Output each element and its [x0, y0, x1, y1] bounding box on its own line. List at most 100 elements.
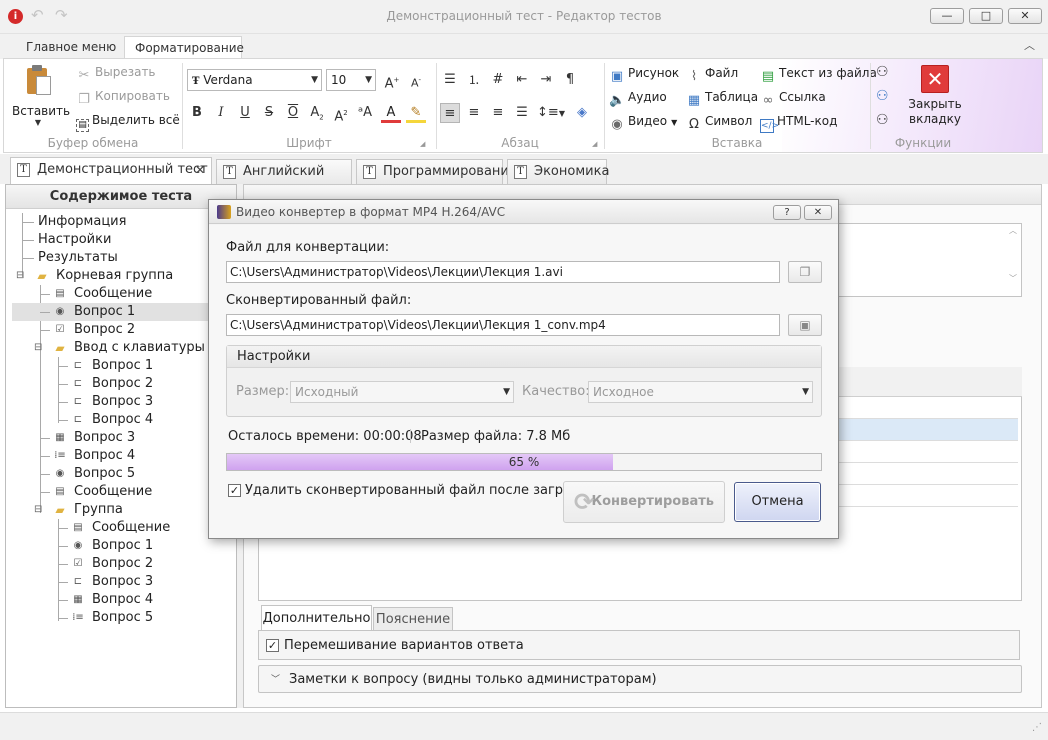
tree-node-question-4[interactable]: ⁞≡ Вопрос 4 — [6, 447, 236, 465]
decrease-indent-icon[interactable]: ⇤ — [512, 70, 532, 90]
insert-text-from-file-button[interactable]: ▤ Текст из файла — [760, 66, 877, 85]
align-right-icon[interactable]: ≡ — [488, 103, 508, 123]
tree-node-group-question-4[interactable]: ▦ Вопрос 4 — [6, 591, 236, 609]
select-all-button[interactable]: ▤ Выделить всё — [76, 113, 180, 132]
increase-indent-icon[interactable]: ⇥ — [536, 70, 556, 90]
shuffle-checkbox[interactable]: ✓ — [266, 639, 279, 652]
quality-select[interactable]: Исходное ▼ — [588, 381, 813, 403]
superscript-icon[interactable]: A2 — [331, 103, 351, 124]
tree-node-kb-question-3[interactable]: ⊏ Вопрос 3 — [6, 393, 236, 411]
font-color-icon[interactable]: A — [381, 103, 401, 123]
tree-node-message-2[interactable]: ▤ Сообщение — [6, 483, 236, 501]
notes-expander[interactable]: ﹀ Заметки к вопросу (видны только админи… — [258, 665, 1022, 693]
tree-node-results[interactable]: Результаты — [6, 249, 236, 267]
close-tab-button[interactable]: ✕ Закрыть вкладку — [902, 65, 968, 127]
doc-tab-demo[interactable]: T Демонстрационный тест ✕ — [10, 157, 212, 184]
insert-video-button[interactable]: ◉ Видео ▼ — [609, 114, 677, 133]
binoculars-icon[interactable]: ⚇ — [876, 65, 889, 79]
spellcheck-icon[interactable]: ⚇ — [876, 113, 889, 127]
font-type-icon: Ŧ — [192, 76, 200, 87]
size-select[interactable]: Исходный ▼ — [290, 381, 514, 403]
tree-node-label: Вопрос 3 — [74, 430, 136, 445]
hash-icon[interactable]: # — [488, 70, 508, 90]
tree-node-question-1-selected[interactable]: ◉ Вопрос 1 — [12, 303, 234, 321]
tree-node-group-question-5[interactable]: ⁞≡ Вопрос 5 — [6, 609, 236, 627]
convert-button[interactable]: ⟳ Конвертировать — [563, 481, 725, 523]
help-button[interactable]: ? — [773, 205, 801, 220]
delete-converted-checkbox[interactable]: ✓ — [228, 484, 241, 497]
doc-tab-programming[interactable]: T Программирование — [356, 159, 517, 184]
collapse-ribbon-icon[interactable]: ︿ — [1024, 40, 1035, 51]
tree-node-group[interactable]: ⊟ ▰ Группа — [6, 501, 236, 519]
tab-explanation[interactable]: Пояснение — [373, 607, 453, 631]
insert-picture-button[interactable]: ▣ Рисунок — [609, 66, 679, 85]
select-all-icon: ▤ — [76, 119, 89, 132]
close-window-button[interactable]: ✕ — [1008, 8, 1042, 24]
font-family-select[interactable]: Ŧ Verdana ▼ — [187, 69, 322, 91]
tree-node-message[interactable]: ▤ Сообщение — [6, 285, 236, 303]
strikethrough-icon[interactable]: S — [259, 103, 279, 123]
tab-additional[interactable]: Дополнительно — [261, 605, 372, 631]
tree-node-question-3[interactable]: ▦ Вопрос 3 — [6, 429, 236, 447]
tree-node-question-5[interactable]: ◉ Вопрос 5 — [6, 465, 236, 483]
bold-icon[interactable]: B — [187, 103, 207, 123]
font-dialog-launcher-icon[interactable]: ◢ — [420, 141, 425, 148]
line-spacing-icon[interactable]: ↕≡▼ — [536, 103, 566, 123]
font-size-select[interactable]: 10 ▼ — [326, 69, 376, 91]
resize-grip-icon[interactable]: ⋰ — [1032, 722, 1042, 733]
tree-node-question-2[interactable]: ☑ Вопрос 2 — [6, 321, 236, 339]
save-target-button[interactable]: ▣ — [788, 314, 822, 336]
insert-link-button[interactable]: ∞ Ссылка — [760, 90, 826, 109]
paragraph-mark-icon[interactable]: ¶ — [560, 70, 580, 90]
question-text-scrollbar[interactable]: ︿ ﹀ — [1006, 225, 1020, 295]
paste-button[interactable]: Вставить ▼ — [12, 65, 70, 133]
tab-main-menu[interactable]: Главное меню — [16, 36, 126, 59]
find-replace-icon[interactable]: ⚇ — [876, 89, 889, 103]
source-file-field[interactable]: C:\Users\Администратор\Videos\Лекции\Лек… — [226, 261, 780, 283]
italic-icon[interactable]: I — [211, 103, 231, 123]
align-center-icon[interactable]: ≡ — [464, 103, 484, 123]
cut-button[interactable]: ✂ Вырезать — [76, 65, 156, 84]
minimize-button[interactable]: — — [930, 8, 964, 24]
tree-node-root-group[interactable]: ⊟ ▰ Корневая группа — [6, 267, 236, 285]
insert-symbol-button[interactable]: Ω Символ — [686, 114, 752, 133]
overline-icon[interactable]: O — [283, 103, 303, 123]
tree-node-group-question-1[interactable]: ◉ Вопрос 1 — [6, 537, 236, 555]
numbered-list-icon[interactable]: ⒈ — [464, 70, 484, 90]
bullet-list-icon[interactable]: ☰ — [440, 70, 460, 90]
insert-table-button[interactable]: ▦ Таблица — [686, 90, 758, 109]
underline-icon[interactable]: U — [235, 103, 255, 123]
insert-audio-button[interactable]: 🔈 Аудио — [609, 90, 667, 109]
fill-color-icon[interactable]: ◈ — [572, 103, 592, 123]
dialog-close-button[interactable]: ✕ — [804, 205, 832, 220]
tree-node-keyboard-group[interactable]: ⊟ ▰ Ввод с клавиатуры — [6, 339, 236, 357]
align-left-icon[interactable]: ≡ — [440, 103, 460, 123]
subscript-icon[interactable]: A2 — [307, 103, 327, 123]
tree-node-kb-question-2[interactable]: ⊏ Вопрос 2 — [6, 375, 236, 393]
change-case-icon[interactable]: ᵃA — [355, 103, 375, 123]
cancel-button[interactable]: Отмена — [734, 482, 821, 522]
tree-node-kb-question-1[interactable]: ⊏ Вопрос 1 — [6, 357, 236, 375]
tree-node-group-question-3[interactable]: ⊏ Вопрос 3 — [6, 573, 236, 591]
copy-button[interactable]: ❐ Копировать — [76, 89, 170, 108]
shrink-font-icon[interactable]: A- — [406, 70, 426, 90]
tree-node-settings[interactable]: Настройки — [6, 231, 236, 249]
insert-html-button[interactable]: </>HTML-код — [760, 114, 837, 133]
paste-dropdown-icon[interactable]: ▼ — [12, 118, 64, 127]
browse-source-button[interactable]: ❐ — [788, 261, 822, 283]
maximize-button[interactable]: □ — [969, 8, 1003, 24]
justify-icon[interactable]: ☰ — [512, 103, 532, 123]
doc-tab-english[interactable]: T Английский язык — [216, 159, 352, 203]
target-file-field[interactable]: C:\Users\Администратор\Videos\Лекции\Лек… — [226, 314, 780, 336]
doc-tab-economics[interactable]: T Экономика — [507, 159, 609, 184]
grow-font-icon[interactable]: A+ — [382, 70, 402, 91]
tree-node-kb-question-4[interactable]: ⊏ Вопрос 4 — [6, 411, 236, 429]
close-tab-icon[interactable]: ✕ — [195, 158, 205, 182]
insert-file-button[interactable]: ⌇ Файл — [686, 66, 738, 85]
tree-node-info[interactable]: Информация — [6, 213, 236, 231]
tree-node-group-question-2[interactable]: ☑ Вопрос 2 — [6, 555, 236, 573]
tree-node-group-message[interactable]: ▤ Сообщение — [6, 519, 236, 537]
paragraph-dialog-launcher-icon[interactable]: ◢ — [592, 141, 597, 148]
tab-formatting[interactable]: Форматирование — [124, 36, 244, 59]
highlight-icon[interactable]: ✎ — [406, 103, 426, 123]
